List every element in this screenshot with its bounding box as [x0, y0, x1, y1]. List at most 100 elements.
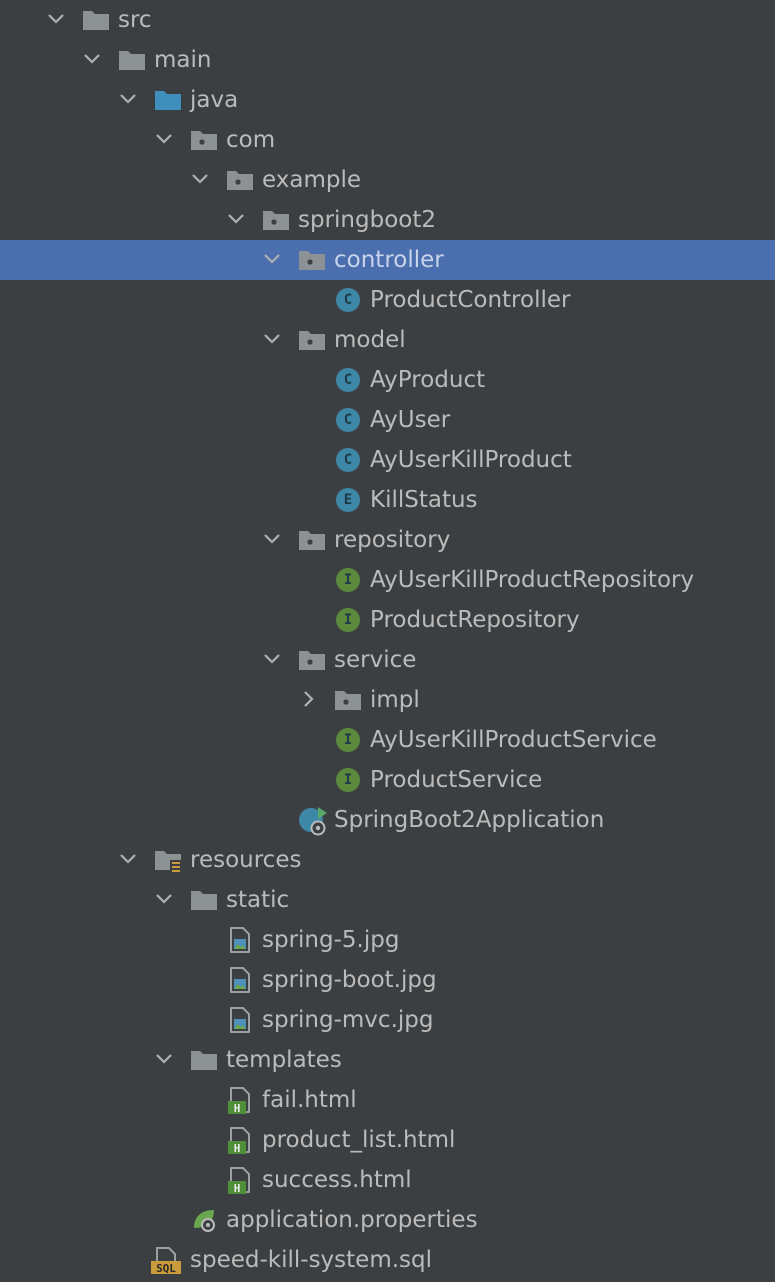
tree-item-ayuserkillproduct[interactable]: C AyUserKillProduct: [0, 440, 775, 480]
image-file-icon: [226, 926, 254, 954]
tree-item-speed-kill-system-sql[interactable]: SQL speed-kill-system.sql: [0, 1240, 775, 1280]
chevron-down-icon[interactable]: [117, 848, 139, 870]
spring-properties-icon: [190, 1206, 218, 1234]
tree-item-src[interactable]: src: [0, 0, 775, 40]
project-tree: src main java com example springboot2 controll…: [0, 0, 775, 1282]
tree-item-ayuserkillproductservice[interactable]: I AyUserKillProductService: [0, 720, 775, 760]
tree-item-service[interactable]: service: [0, 640, 775, 680]
tree-item-static[interactable]: static: [0, 880, 775, 920]
tree-item-com[interactable]: com: [0, 120, 775, 160]
tree-item-label: static: [226, 887, 290, 913]
tree-item-label: resources: [190, 847, 302, 873]
icon-letter: I: [336, 768, 360, 792]
package-icon: [298, 646, 326, 674]
chevron-down-icon[interactable]: [117, 88, 139, 110]
tree-item-spring-mvc-jpg[interactable]: spring-mvc.jpg: [0, 1000, 775, 1040]
icon-letter: E: [336, 488, 360, 512]
tree-item-controller[interactable]: controller: [0, 240, 775, 280]
tree-item-label: repository: [334, 527, 451, 553]
chevron-down-icon[interactable]: [45, 8, 67, 30]
tree-item-label: service: [334, 647, 417, 673]
tree-item-productrepository[interactable]: I ProductRepository: [0, 600, 775, 640]
tree-item-label: product_list.html: [262, 1127, 456, 1153]
icon-letter: I: [336, 608, 360, 632]
chevron-down-icon[interactable]: [81, 48, 103, 70]
chevron-down-icon[interactable]: [153, 128, 175, 150]
interface-icon: I: [334, 726, 362, 754]
tree-item-model[interactable]: model: [0, 320, 775, 360]
chevron-down-icon[interactable]: [189, 168, 211, 190]
package-icon: [226, 166, 254, 194]
chevron-down-icon[interactable]: [153, 1048, 175, 1070]
tree-item-main[interactable]: main: [0, 40, 775, 80]
chevron-down-icon[interactable]: [261, 528, 283, 550]
class-icon: C: [334, 446, 362, 474]
chevron-down-icon[interactable]: [261, 648, 283, 670]
chevron-down-icon[interactable]: [153, 888, 175, 910]
chevron-down-icon[interactable]: [261, 248, 283, 270]
package-icon: [298, 326, 326, 354]
tree-item-label: templates: [226, 1047, 342, 1073]
tree-item-spring-5-jpg[interactable]: spring-5.jpg: [0, 920, 775, 960]
tree-item-spring-boot-jpg[interactable]: spring-boot.jpg: [0, 960, 775, 1000]
icon-letter: C: [336, 288, 360, 312]
tree-item-application-properties[interactable]: application.properties: [0, 1200, 775, 1240]
tree-item-label: src: [118, 7, 152, 33]
tree-item-label: java: [190, 87, 239, 113]
tree-item-example[interactable]: example: [0, 160, 775, 200]
tree-item-label: ProductRepository: [370, 607, 580, 633]
chevron-down-icon[interactable]: [225, 208, 247, 230]
tree-item-label: model: [334, 327, 406, 353]
chevron-down-icon[interactable]: [261, 328, 283, 350]
tree-item-resources[interactable]: resources: [0, 840, 775, 880]
tree-item-label: springboot2: [298, 207, 436, 233]
tree-item-ayuserkillproductrepository[interactable]: I AyUserKillProductRepository: [0, 560, 775, 600]
tree-item-label: spring-mvc.jpg: [262, 1007, 434, 1033]
svg-text:H: H: [234, 1142, 241, 1154]
tree-item-label: fail.html: [262, 1087, 357, 1113]
image-file-icon: [226, 966, 254, 994]
tree-item-productservice[interactable]: I ProductService: [0, 760, 775, 800]
tree-item-label: AyProduct: [370, 367, 486, 393]
tree-item-fail-html[interactable]: Hfail.html: [0, 1080, 775, 1120]
package-icon: [298, 526, 326, 554]
tree-item-success-html[interactable]: Hsuccess.html: [0, 1160, 775, 1200]
tree-item-productcontroller[interactable]: C ProductController: [0, 280, 775, 320]
tree-item-label: example: [262, 167, 361, 193]
folder-icon: [82, 6, 110, 34]
folder-icon: [190, 886, 218, 914]
package-icon: [262, 206, 290, 234]
icon-letter: I: [336, 568, 360, 592]
tree-item-label: AyUserKillProductService: [370, 727, 657, 753]
icon-letter: I: [336, 728, 360, 752]
tree-item-ayproduct[interactable]: C AyProduct: [0, 360, 775, 400]
icon-letter: C: [336, 408, 360, 432]
tree-item-label: SpringBoot2Application: [334, 807, 605, 833]
svg-text:H: H: [234, 1102, 241, 1114]
tree-item-product-list-html[interactable]: Hproduct_list.html: [0, 1120, 775, 1160]
tree-item-java[interactable]: java: [0, 80, 775, 120]
tree-item-impl[interactable]: impl: [0, 680, 775, 720]
html-file-icon: H: [226, 1126, 254, 1155]
icon-letter: C: [336, 448, 360, 472]
tree-item-label: AyUserKillProduct: [370, 447, 572, 473]
tree-item-ayuser[interactable]: C AyUser: [0, 400, 775, 440]
tree-item-templates[interactable]: templates: [0, 1040, 775, 1080]
package-icon: [334, 686, 362, 714]
html-file-icon: H: [226, 1166, 254, 1195]
tree-item-label: KillStatus: [370, 487, 478, 513]
tree-item-springboot2[interactable]: springboot2: [0, 200, 775, 240]
class-icon: C: [334, 286, 362, 314]
tree-item-repository[interactable]: repository: [0, 520, 775, 560]
image-file-icon: [226, 1006, 254, 1034]
tree-item-label: ProductController: [370, 287, 571, 313]
tree-item-label: speed-kill-system.sql: [190, 1247, 433, 1273]
tree-item-label: controller: [334, 247, 444, 273]
folder-icon: [190, 1046, 218, 1074]
tree-item-springboot2application[interactable]: SpringBoot2Application: [0, 800, 775, 840]
spring-boot-app-icon: [298, 806, 327, 836]
chevron-right-icon[interactable]: [297, 688, 319, 710]
tree-item-label: AyUserKillProductRepository: [370, 567, 695, 593]
class-icon: C: [334, 406, 362, 434]
tree-item-killstatus[interactable]: E KillStatus: [0, 480, 775, 520]
